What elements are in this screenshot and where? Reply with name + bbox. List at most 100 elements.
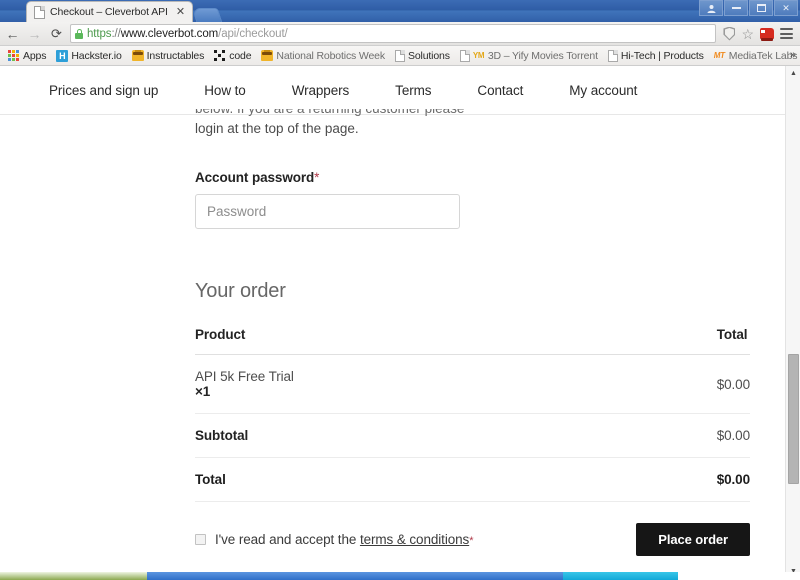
address-bar[interactable]: https://www.cleverbot.com/api/checkout/ xyxy=(70,24,717,43)
window-titlebar: Checkout – Cleverbot API ✕ ✕ xyxy=(0,0,800,22)
taskbar-segment-white xyxy=(678,572,800,580)
window-minimize-button[interactable] xyxy=(724,0,748,16)
nav-item-prices-and-sign-up[interactable]: Prices and sign up xyxy=(26,77,181,104)
cell-total-amount: $0.00 xyxy=(304,457,750,502)
account-password-input[interactable] xyxy=(195,194,460,229)
bookmark-label: Hi-Tech | Products xyxy=(620,49,704,62)
page-content: Prices and sign up How to Wrappers Terms… xyxy=(0,66,785,579)
maximize-icon xyxy=(756,4,766,12)
site-nav: Prices and sign up How to Wrappers Terms… xyxy=(26,77,660,104)
robot-icon xyxy=(261,50,274,61)
page-viewport: Prices and sign up How to Wrappers Terms… xyxy=(0,66,800,579)
site-header: Prices and sign up How to Wrappers Terms… xyxy=(0,66,785,115)
terms-checkbox[interactable] xyxy=(195,534,206,545)
window-maximize-button[interactable] xyxy=(749,0,773,16)
product-name: API 5k Free Trial xyxy=(195,369,294,384)
bookmarks-bar: Apps H Hackster.io Instructables code Na… xyxy=(0,46,800,66)
list-item[interactable]: YM 3D – Yify Movies Torrent xyxy=(455,47,603,64)
scrollbar-thumb[interactable] xyxy=(788,354,799,484)
shield-icon[interactable] xyxy=(723,26,736,41)
nav-item-my-account[interactable]: My account xyxy=(546,77,660,104)
star-icon[interactable]: ☆ xyxy=(741,27,754,41)
browser-toolbar: ← → ⟳ https://www.cleverbot.com/api/chec… xyxy=(0,22,800,46)
bookmarks-overflow-icon[interactable]: » xyxy=(790,49,796,62)
table-row: API 5k Free Trial ×1 $0.00 xyxy=(195,354,750,414)
tab-close-icon[interactable]: ✕ xyxy=(173,6,188,18)
window-controls: ✕ xyxy=(699,0,798,18)
list-item[interactable]: Hi-Tech | Products xyxy=(603,47,709,64)
list-item[interactable]: MT MediaTek Labs | Dev Too xyxy=(709,47,800,64)
forward-icon[interactable]: → xyxy=(26,25,43,43)
url-host: www.cleverbot.com xyxy=(120,27,219,40)
table-row: Subtotal $0.00 xyxy=(195,413,750,458)
cell-product: API 5k Free Trial ×1 xyxy=(195,354,305,414)
code-icon xyxy=(214,49,226,62)
url-path: /api/checkout/ xyxy=(218,27,288,40)
url-scheme: https xyxy=(87,27,112,40)
nav-item-terms[interactable]: Terms xyxy=(372,77,454,104)
car-extension-icon[interactable] xyxy=(760,28,774,41)
person-icon xyxy=(707,4,715,13)
bookmark-apps-label: Apps xyxy=(23,49,47,62)
bookmark-label: National Robotics Week xyxy=(276,49,385,62)
bookmark-label: Solutions xyxy=(407,49,450,62)
apps-grid-icon xyxy=(8,49,20,62)
your-order-heading: Your order xyxy=(195,280,286,302)
tab-title: Checkout – Cleverbot API xyxy=(50,6,168,18)
close-icon: ✕ xyxy=(782,2,790,13)
terms-checkbox-group: I've read and accept the terms & conditi… xyxy=(195,532,473,547)
cell-total: $0.00 xyxy=(304,354,750,414)
document-icon xyxy=(459,49,470,62)
cell-subtotal-amount: $0.00 xyxy=(304,413,750,458)
document-icon xyxy=(394,49,405,62)
bookmark-label: 3D – Yify Movies Torrent xyxy=(487,49,598,62)
page-scrollbar[interactable]: ▲ ▼ xyxy=(785,66,800,579)
browser-tab[interactable]: Checkout – Cleverbot API ✕ xyxy=(26,1,194,22)
checkout-content: below. If you are a returning customer p… xyxy=(0,109,785,556)
list-item[interactable]: National Robotics Week xyxy=(256,47,390,64)
hackster-icon: H xyxy=(56,49,69,62)
list-item[interactable]: H Hackster.io xyxy=(51,47,126,64)
url-separator: :// xyxy=(111,27,121,40)
place-order-button[interactable]: Place order xyxy=(636,523,750,556)
minimize-icon xyxy=(731,7,741,9)
taskbar-segment-blue xyxy=(147,572,563,580)
intro-visible-line: login at the top of the page. xyxy=(195,121,359,136)
nav-item-how-to[interactable]: How to xyxy=(181,77,268,104)
browser-window: Checkout – Cleverbot API ✕ ✕ ← → ⟳ https… xyxy=(0,0,800,580)
required-marker: * xyxy=(314,170,320,185)
taskbar-segment-cyan xyxy=(563,572,678,580)
os-taskbar xyxy=(0,572,800,580)
nav-item-wrappers[interactable]: Wrappers xyxy=(269,77,372,104)
checkout-intro: below. If you are a returning customer p… xyxy=(195,109,470,139)
reload-icon[interactable]: ⟳ xyxy=(48,25,65,43)
scroll-up-icon[interactable]: ▲ xyxy=(786,66,800,81)
table-header-row: Product Total xyxy=(195,327,750,355)
list-item[interactable]: Instructables xyxy=(127,47,210,64)
product-quantity: ×1 xyxy=(195,384,211,399)
cell-label-total: Total xyxy=(195,457,305,502)
terms-and-conditions-link[interactable]: terms & conditions xyxy=(360,532,469,547)
list-item[interactable]: Solutions xyxy=(390,47,455,64)
bookmark-label: Hackster.io xyxy=(71,49,122,62)
new-tab-button[interactable] xyxy=(191,8,223,22)
url-text: https://www.cleverbot.com/api/checkout/ xyxy=(87,28,288,40)
table-row: Total $0.00 xyxy=(195,457,750,502)
back-icon[interactable]: ← xyxy=(4,25,21,43)
required-marker: * xyxy=(469,535,474,547)
bookmark-label: Instructables xyxy=(146,49,205,62)
bookmark-label: code xyxy=(229,49,252,62)
bookmark-apps[interactable]: Apps xyxy=(3,47,51,64)
list-item[interactable]: code xyxy=(209,47,256,64)
mediatek-icon: MT xyxy=(713,50,725,60)
lock-icon xyxy=(75,28,83,39)
order-summary-table: Product Total API 5k Free Trial ×1 $0.00 xyxy=(195,327,750,502)
window-user-button[interactable] xyxy=(699,0,723,16)
window-close-button[interactable]: ✕ xyxy=(774,0,798,16)
cell-label-subtotal: Subtotal xyxy=(195,413,305,458)
intro-clipped-line: below. If you are a returning customer p… xyxy=(195,109,470,118)
hamburger-menu-icon[interactable] xyxy=(780,28,793,39)
taskbar-segment-green xyxy=(0,572,147,580)
nav-item-contact[interactable]: Contact xyxy=(454,77,546,104)
ym-icon: YM xyxy=(472,50,485,60)
